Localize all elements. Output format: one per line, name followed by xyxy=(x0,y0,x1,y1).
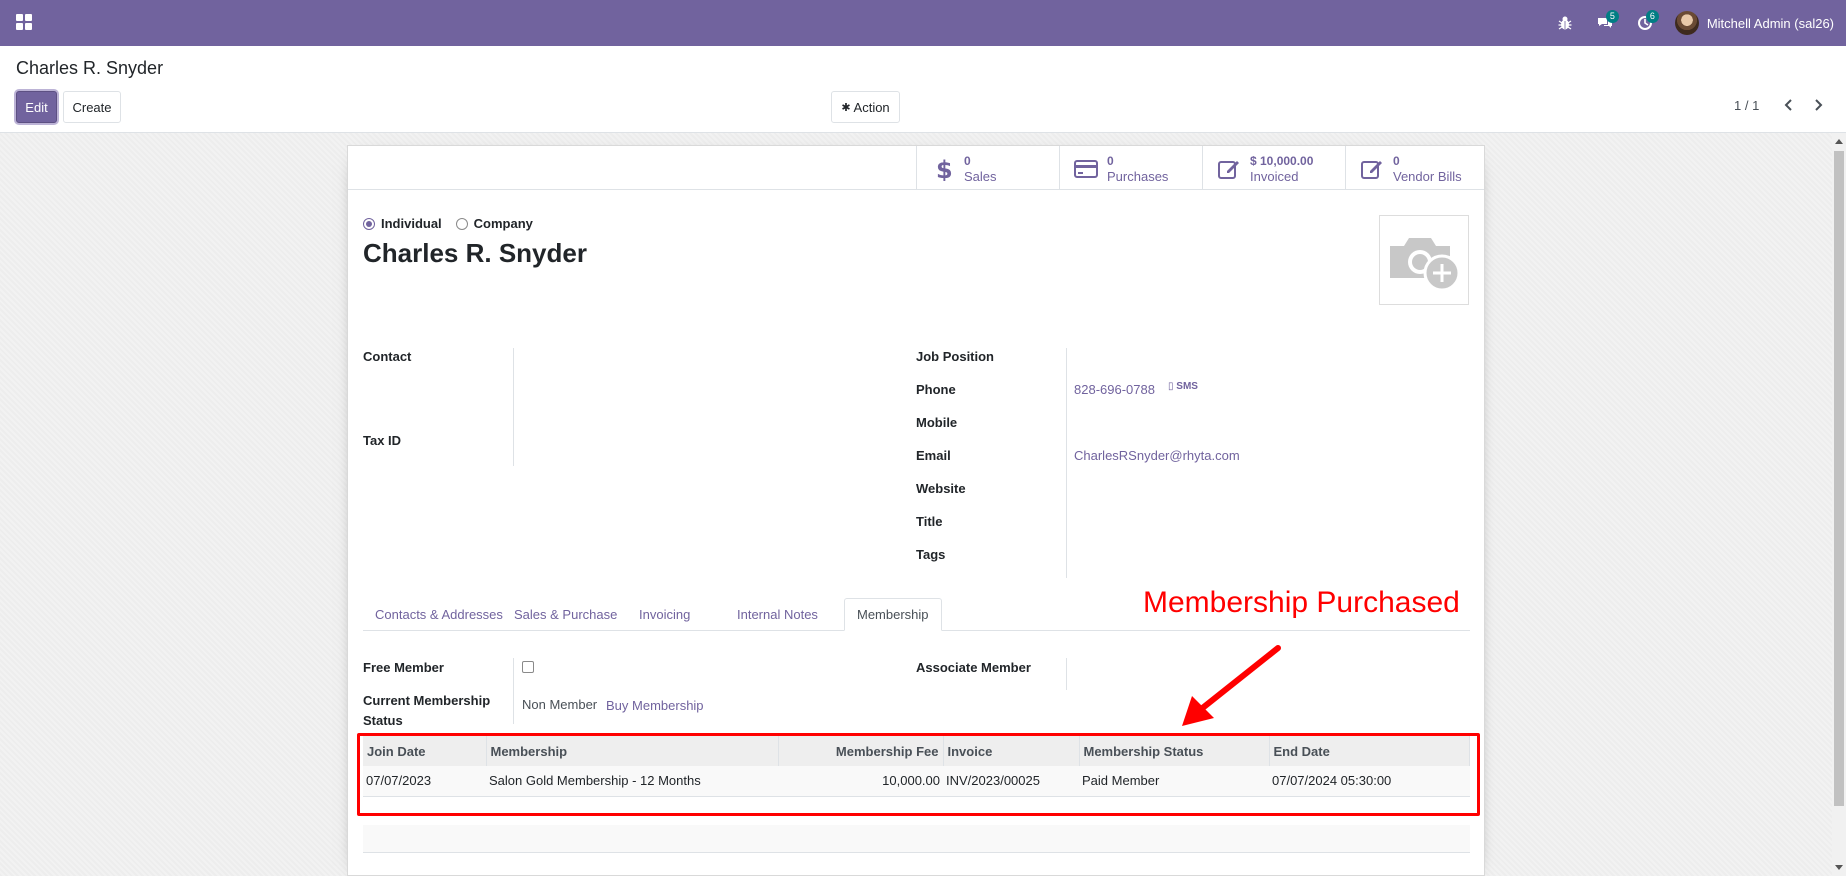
individual-radio[interactable] xyxy=(363,217,375,230)
sales-stat-button[interactable]: $ 0 Sales xyxy=(916,146,1059,190)
sms-button[interactable]: ▯ SMS xyxy=(1168,381,1198,392)
camera-plus-icon xyxy=(1390,238,1461,292)
current-status-value: Non Member xyxy=(522,697,598,712)
scrollbar-thumb[interactable] xyxy=(1834,151,1844,806)
tab-contacts-addresses[interactable]: Contacts & Addresses xyxy=(363,598,515,631)
field-separator xyxy=(1066,348,1067,578)
tab-internal-notes[interactable]: Internal Notes xyxy=(725,598,830,631)
mobile-phone-icon: ▯ xyxy=(1168,381,1174,392)
activity-clock-icon[interactable]: 6 xyxy=(1625,0,1665,46)
sales-stat-label: Sales xyxy=(964,169,997,184)
buy-membership-button[interactable]: Buy Membership xyxy=(606,698,704,713)
pencil-square-icon xyxy=(1361,161,1382,179)
page-title: Charles R. Snyder xyxy=(16,58,164,78)
current-status-label-line1: Current Membership xyxy=(363,693,491,708)
vendor-bills-stat-label: Vendor Bills xyxy=(1393,169,1462,184)
free-member-checkbox[interactable] xyxy=(522,661,534,673)
annotation-highlight-box xyxy=(357,733,1480,816)
pager-previous-icon[interactable] xyxy=(1779,95,1799,115)
annotation-arrow-icon xyxy=(1182,645,1281,726)
company-type-radio-group: Individual Company xyxy=(363,216,533,231)
tab-sales-purchase[interactable]: Sales & Purchase xyxy=(502,598,629,631)
user-name: Mitchell Admin (sal26) xyxy=(1706,15,1834,31)
email-value[interactable]: CharlesRSnyder@rhyta.com xyxy=(1074,448,1240,463)
purchases-stat-button[interactable]: 0 Purchases xyxy=(1059,146,1202,190)
associate-member-label: Associate Member xyxy=(916,660,1031,675)
phone-value[interactable]: 828-696-0788 xyxy=(1074,382,1155,397)
action-button[interactable]: ✱ Action xyxy=(831,91,900,123)
pager-next-icon[interactable] xyxy=(1808,95,1828,115)
top-navbar: 5 6 Mitchell Admin (sal26) xyxy=(0,0,1846,46)
free-member-label: Free Member xyxy=(363,660,444,675)
title-label: Title xyxy=(916,514,943,529)
action-label: Action xyxy=(853,99,890,115)
field-separator xyxy=(513,658,514,724)
dollar-icon: $ xyxy=(936,157,953,181)
apps-menu-icon[interactable] xyxy=(16,14,32,30)
pencil-square-icon xyxy=(1218,161,1239,179)
mobile-label: Mobile xyxy=(916,415,958,430)
gear-icon: ✱ xyxy=(841,101,851,114)
contact-label: Contact xyxy=(363,349,412,364)
pager-value[interactable]: 1 / 1 xyxy=(1734,98,1759,113)
tab-membership[interactable]: Membership xyxy=(844,598,942,631)
user-menu[interactable]: Mitchell Admin (sal26) xyxy=(1674,11,1834,35)
website-label: Website xyxy=(916,481,966,496)
tax-id-label: Tax ID xyxy=(363,433,402,448)
vendor-bills-stat-value: 0 xyxy=(1393,154,1400,168)
tab-invoicing[interactable]: Invoicing xyxy=(627,598,702,631)
invoiced-stat-value: $ 10,000.00 xyxy=(1250,154,1314,168)
phone-label: Phone xyxy=(916,382,956,397)
credit-card-icon xyxy=(1074,160,1098,178)
field-separator xyxy=(513,348,514,466)
smart-buttons: $ 0 Sales 0 Purchases $ 10,000.00 Invoic… xyxy=(348,146,1484,190)
email-label: Email xyxy=(916,448,951,463)
svg-text:$: $ xyxy=(936,157,953,181)
purchases-stat-value: 0 xyxy=(1107,154,1114,168)
vertical-scrollbar[interactable] xyxy=(1832,133,1846,876)
field-separator xyxy=(1066,658,1067,690)
vendor-bills-stat-button[interactable]: 0 Vendor Bills xyxy=(1345,146,1488,190)
job-position-label: Job Position xyxy=(916,349,994,364)
navbar-systray: 5 6 Mitchell Admin (sal26) xyxy=(1545,0,1834,46)
debug-bug-icon[interactable] xyxy=(1545,0,1585,46)
table-empty-row xyxy=(363,825,1470,853)
scroll-up-icon[interactable] xyxy=(1835,139,1843,144)
partner-name-field[interactable]: Charles R. Snyder xyxy=(363,238,587,269)
create-button[interactable]: Create xyxy=(63,91,121,123)
avatar xyxy=(1674,11,1699,35)
edit-button[interactable]: Edit xyxy=(16,91,57,123)
individual-label: Individual xyxy=(381,216,442,231)
purchases-stat-label: Purchases xyxy=(1107,169,1169,184)
tags-label: Tags xyxy=(916,547,946,562)
annotation-label: Membership Purchased xyxy=(1143,586,1460,619)
scroll-down-icon[interactable] xyxy=(1835,865,1843,870)
image-upload[interactable] xyxy=(1379,215,1469,305)
invoiced-stat-label: Invoiced xyxy=(1250,169,1299,184)
sms-label: SMS xyxy=(1176,381,1198,392)
company-radio[interactable] xyxy=(455,217,468,230)
sales-stat-value: 0 xyxy=(964,154,971,168)
chat-badge: 5 xyxy=(1605,10,1619,23)
company-label: Company xyxy=(473,216,533,231)
chat-icon[interactable]: 5 xyxy=(1585,0,1625,46)
invoiced-stat-button[interactable]: $ 10,000.00 Invoiced xyxy=(1202,146,1345,190)
activity-badge: 6 xyxy=(1645,10,1659,23)
current-status-label-line2: Status xyxy=(363,713,403,728)
